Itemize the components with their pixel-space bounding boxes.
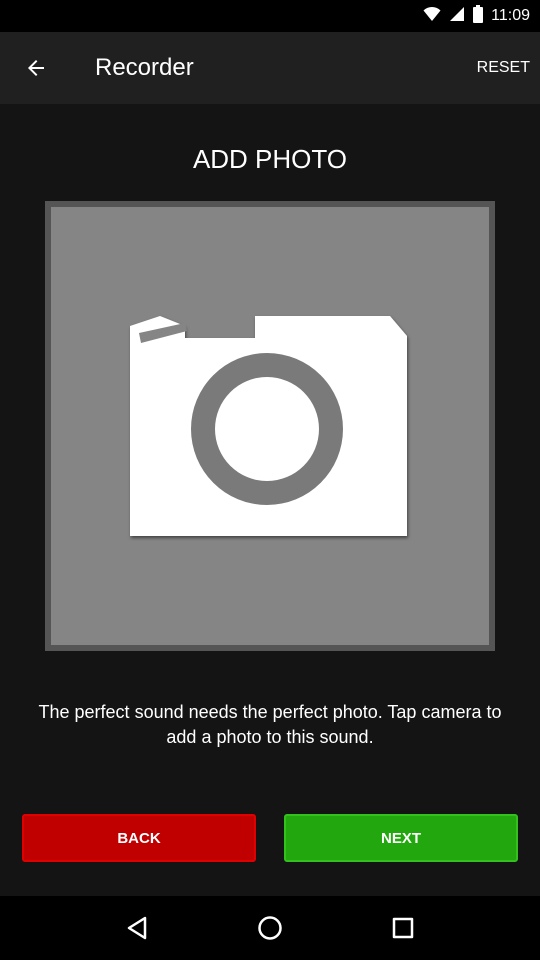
back-arrow-button[interactable] (12, 44, 60, 92)
camera-icon[interactable] (125, 311, 415, 541)
recents-square-icon (393, 917, 414, 939)
next-button[interactable]: NEXT (284, 814, 518, 862)
arrow-left-icon (28, 60, 44, 76)
photo-placeholder (51, 207, 489, 645)
wifi-icon (423, 6, 441, 27)
signal-icon (449, 6, 465, 27)
battery-icon (473, 4, 484, 28)
back-button[interactable]: BACK (22, 814, 256, 862)
app-title: Recorder (95, 54, 194, 81)
nav-back-button[interactable] (113, 904, 161, 952)
nav-recents-button[interactable] (379, 904, 427, 952)
back-triangle-icon (127, 916, 146, 940)
status-time: 11:09 (491, 7, 530, 24)
add-photo-heading: ADD PHOTO (192, 144, 348, 174)
nav-home-button[interactable] (246, 904, 294, 952)
hint-text: The perfect sound needs the perfect phot… (38, 702, 502, 747)
status-icons: 11:09 (423, 0, 530, 32)
navigation-bar (0, 896, 540, 960)
app-bar: Recorder RESET (0, 32, 540, 104)
add-photo-area[interactable] (45, 201, 495, 651)
home-circle-icon (258, 916, 282, 940)
status-bar: 11:09 (0, 0, 540, 32)
main-content: ADD PHOTO The perfect sound needs the pe… (0, 104, 540, 896)
reset-button[interactable]: RESET (477, 32, 530, 104)
